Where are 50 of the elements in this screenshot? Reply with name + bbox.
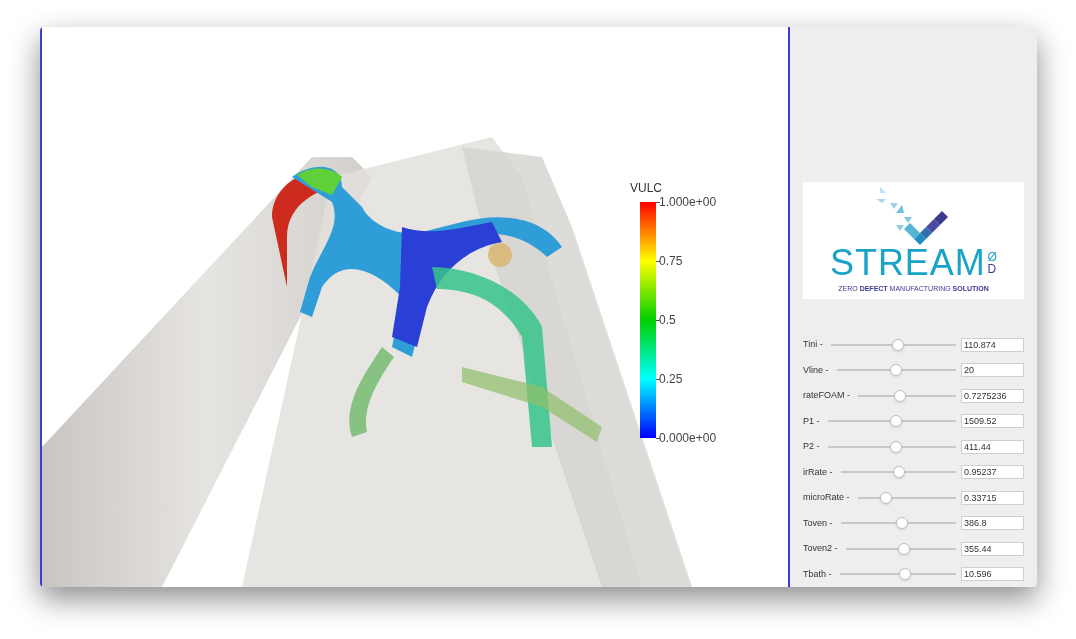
slider-thumb[interactable] bbox=[898, 568, 911, 581]
parameter-slider[interactable] bbox=[845, 542, 956, 555]
parameter-label: P2 - bbox=[803, 440, 820, 453]
parameter-value-field[interactable]: 0.33715 bbox=[961, 490, 1024, 505]
parameter-label: P1 - bbox=[803, 414, 820, 428]
parameter-slider[interactable] bbox=[840, 517, 956, 530]
parameter-value-field[interactable]: 386.8 bbox=[961, 516, 1024, 531]
colorbar-title: VULC bbox=[630, 182, 662, 194]
parameter-label: Tbath - bbox=[803, 567, 832, 581]
slider-thumb[interactable] bbox=[890, 364, 903, 377]
parameter-label: microRate - bbox=[803, 491, 850, 504]
slider-thumb[interactable] bbox=[889, 440, 902, 453]
parameter-value-field[interactable]: 20 bbox=[961, 363, 1024, 378]
parameter-label: Toven - bbox=[803, 516, 833, 530]
colorbar-label: 0.5 bbox=[659, 314, 676, 326]
parameter-slider[interactable] bbox=[839, 568, 956, 581]
colorbar-label: 0.000e+00 bbox=[659, 432, 717, 444]
parameter-value-field[interactable]: 0.7275236 bbox=[961, 388, 1024, 403]
colorbar-label: 0.75 bbox=[659, 255, 683, 267]
parameter-slider[interactable] bbox=[857, 491, 956, 504]
parameter-slider[interactable] bbox=[836, 364, 956, 377]
parameter-slider[interactable] bbox=[840, 466, 956, 479]
parameter-value-field[interactable]: 0.95237 bbox=[961, 465, 1024, 480]
logo-wordmark: STREAM bbox=[830, 244, 986, 281]
parameter-slider[interactable] bbox=[827, 415, 956, 428]
parameter-label: rateFOAM - bbox=[803, 389, 850, 402]
parameter-value-field[interactable]: 110.874 bbox=[961, 337, 1024, 352]
parameter-label: Tini - bbox=[803, 338, 823, 351]
logo-mark: D bbox=[987, 262, 997, 275]
slider-thumb[interactable] bbox=[880, 491, 893, 504]
slider-thumb[interactable] bbox=[892, 338, 905, 351]
parameter-slider[interactable] bbox=[858, 389, 956, 402]
parameter-label: Vline - bbox=[803, 363, 829, 377]
parameter-slider[interactable] bbox=[830, 338, 956, 351]
parameter-value-field[interactable]: 355.44 bbox=[961, 541, 1024, 556]
slider-thumb[interactable] bbox=[895, 517, 908, 530]
parameter-value-field[interactable]: 10.596 bbox=[961, 567, 1024, 582]
3d-viewport[interactable]: VULC 1.000e+00 0.75 0.5 0.25 0.000e+00 bbox=[40, 27, 790, 587]
slider-thumb[interactable] bbox=[893, 466, 906, 479]
slider-thumb[interactable] bbox=[889, 415, 902, 428]
parameter-value-field[interactable]: 1509.52 bbox=[961, 414, 1024, 429]
logo-mark: Ø bbox=[987, 250, 997, 263]
parameter-slider[interactable] bbox=[827, 440, 956, 453]
slider-thumb[interactable] bbox=[898, 542, 911, 555]
parameter-label: Toven2 - bbox=[803, 542, 838, 555]
slider-thumb[interactable] bbox=[894, 389, 907, 402]
parameter-label: irRate - bbox=[803, 465, 833, 479]
colorbar-label: 1.000e+00 bbox=[659, 196, 717, 208]
parameter-value-field[interactable]: 411.44 bbox=[961, 439, 1024, 454]
colorbar-label: 0.25 bbox=[659, 373, 683, 385]
